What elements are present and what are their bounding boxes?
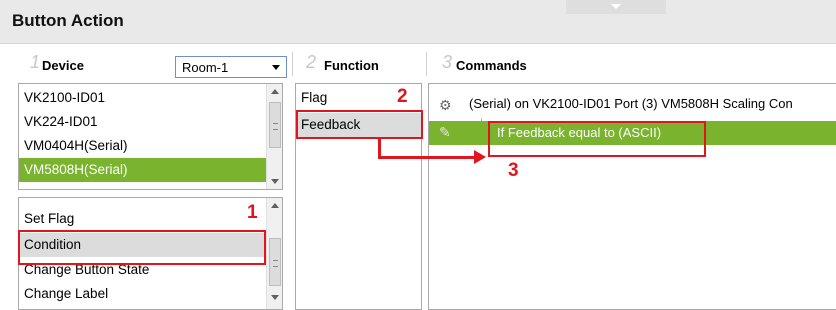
annotation-arrow-shaft — [378, 156, 474, 159]
column-divider — [426, 52, 427, 76]
annotation-number-step2: 2 — [397, 86, 408, 107]
device-list-scrollbar[interactable] — [266, 84, 282, 189]
commands-column-title: Commands — [456, 58, 527, 73]
function-column-title: Function — [324, 58, 379, 73]
annotation-number-step3: 3 — [508, 160, 519, 181]
room-select[interactable]: Room-1 — [175, 56, 287, 78]
list-item-selected[interactable]: VM5808H(Serial) — [19, 158, 266, 182]
list-item[interactable]: Change Label — [19, 282, 266, 306]
room-select-value: Room-1 — [182, 60, 229, 75]
arrow-right-icon — [474, 150, 486, 164]
collapse-tab[interactable] — [566, 0, 666, 14]
annotation-box-step3 — [488, 121, 706, 157]
annotation-number-step1: 1 — [247, 202, 258, 223]
scroll-up-icon[interactable] — [271, 203, 279, 208]
list-item[interactable]: Set Flag — [19, 207, 266, 231]
device-column-header: 1 Device — [30, 52, 170, 80]
commands-column-header: 3 Commands — [442, 52, 642, 80]
window-title: Button Action — [12, 11, 124, 30]
scroll-up-icon[interactable] — [271, 89, 279, 94]
column-divider — [292, 52, 293, 76]
list-item[interactable]: VK224-ID01 — [19, 110, 266, 134]
commands-column-number: 3 — [442, 52, 453, 72]
scroll-thumb[interactable] — [269, 102, 281, 148]
list-item[interactable]: VM0404H(Serial) — [19, 134, 266, 158]
annotation-box-step2 — [296, 110, 423, 139]
action-list-scrollbar[interactable] — [266, 198, 282, 309]
command-text: (Serial) on VK2100-ID01 Port (3) VM5808H… — [469, 96, 793, 111]
device-column-title: Device — [42, 58, 84, 73]
scroll-thumb[interactable] — [269, 238, 281, 286]
scroll-down-icon[interactable] — [271, 179, 279, 184]
device-column-number: 1 — [30, 52, 41, 72]
pencil-icon: ✎ — [439, 124, 451, 140]
function-column-header: 2 Function — [306, 52, 416, 80]
annotation-box-step1 — [18, 230, 266, 265]
scroll-down-icon[interactable] — [271, 295, 279, 300]
list-item[interactable]: VK2100-ID01 — [19, 86, 266, 110]
title-bar: Button Action — [0, 0, 836, 44]
commands-panel[interactable]: ⚙ (Serial) on VK2100-ID01 Port (3) VM580… — [428, 83, 836, 310]
chevron-down-icon — [272, 65, 280, 70]
command-row[interactable]: ⚙ (Serial) on VK2100-ID01 Port (3) VM580… — [429, 92, 836, 116]
serial-command-icon: ⚙ — [439, 97, 452, 113]
device-list[interactable]: VK2100-ID01 VK224-ID01 VM0404H(Serial) V… — [18, 83, 283, 190]
function-column-number: 2 — [306, 52, 317, 72]
